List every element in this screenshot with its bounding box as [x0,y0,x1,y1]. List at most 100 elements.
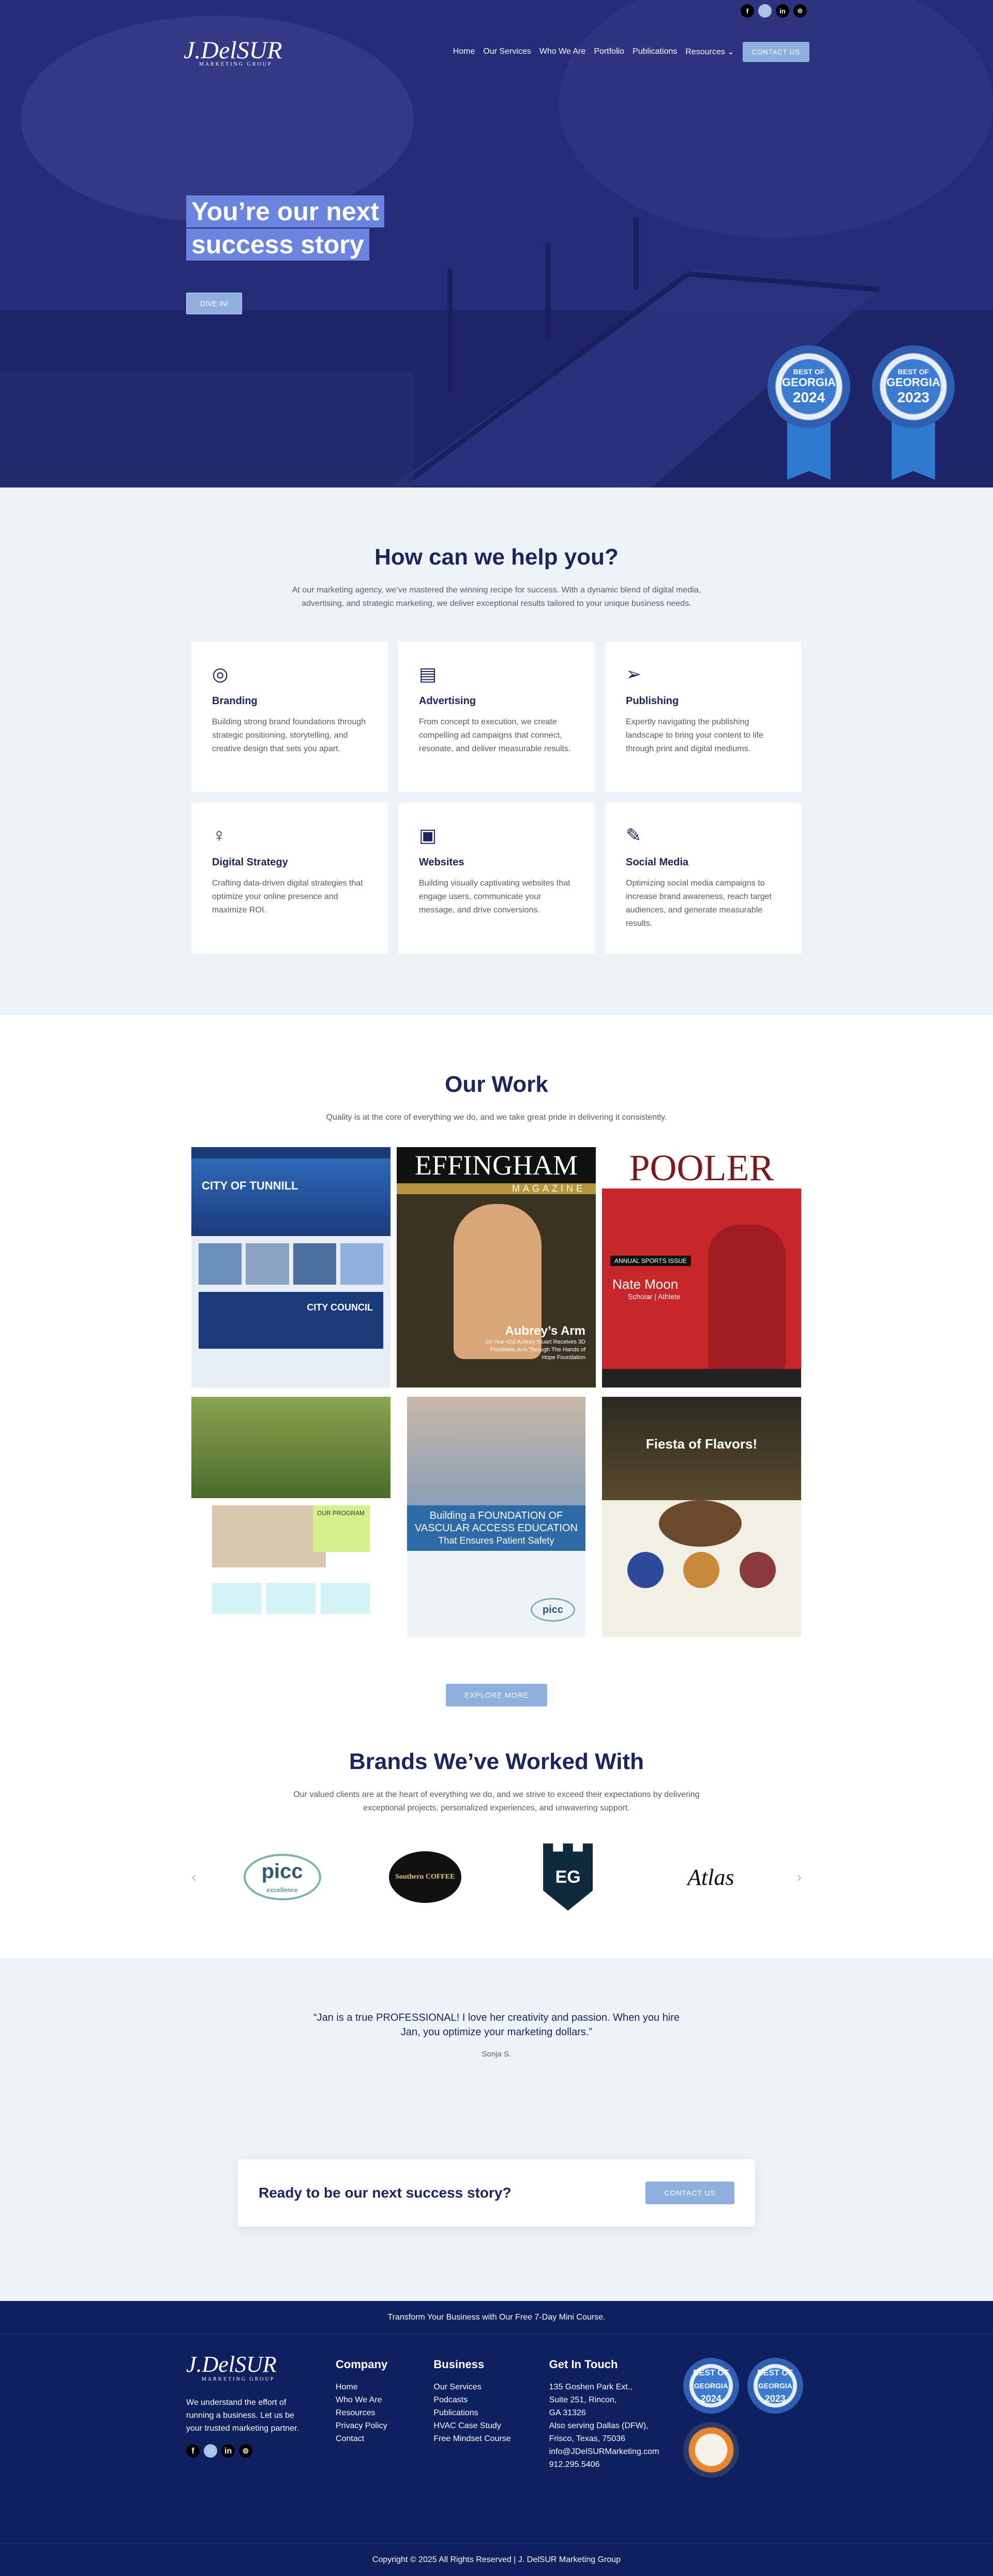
nav-item-who-we-are[interactable]: Who We Are [539,47,586,56]
footer-about: J.DelSUR MARKETING GROUP We understand t… [186,2353,336,2478]
footer-link[interactable]: Home [336,2381,433,2394]
facebook-icon[interactable]: f [186,2444,200,2458]
testimonial-section: “Jan is a true PROFESSIONAL! I love her … [0,1959,993,2115]
service-card-branding[interactable]: ◎ Branding Building strong brand foundat… [191,642,388,792]
footer-company: Company Home Who We Are Resources Privac… [336,2358,433,2478]
footer-phone-link[interactable]: 912.295.5406 [549,2458,683,2471]
paper-plane-icon: ➢ [626,663,642,684]
service-card-social-media[interactable]: ✎ Social Media Optimizing social media c… [605,803,802,954]
explore-more-button[interactable]: EXPLORE MORE [445,1684,548,1706]
carousel-prev-icon[interactable]: ‹ [191,1869,196,1885]
footer-promo-link[interactable]: Transform Your Business with Our Free 7-… [0,2301,993,2334]
contact-us-button[interactable]: CONTACT US [742,41,809,62]
service-title: Websites [419,857,464,868]
cover-story-text: 10-Year-Old Aubrey Stuart Receives 3D Pr… [485,1339,585,1361]
hero-section: f ◌ in ⊚ J.DelSUR MARKETING GROUP Home O… [0,0,993,487]
google-icon[interactable]: ◌ [758,4,772,18]
footer-award-seal-icon [683,2422,739,2478]
footer-badge-2024: BEST OF GEORGIA 2024 [683,2358,739,2414]
picc-logo-text: picc [261,1860,303,1883]
google-icon[interactable]: ◌ [204,2444,217,2458]
service-text: From concept to execution, we create com… [419,718,571,753]
badge-year: 2023 [897,389,930,405]
footer-copyright: Copyright © 2025 All Rights Reserved | J… [0,2543,993,2576]
nav-item-home[interactable]: Home [453,47,475,56]
site-council-block: CITY COUNCIL [199,1292,383,1349]
badge-top: BEST OF [757,2368,793,2377]
footer-email-link[interactable]: info@JDelSURMarketing.com [549,2445,683,2458]
flyer-page: Building a FOUNDATION OF VASCULAR ACCESS… [407,1397,585,1637]
cover-tag: ANNUAL SPORTS ISSUE [610,1256,691,1266]
hero-heading-line-2: success story [186,228,369,261]
service-title: Advertising [419,695,476,707]
flyer-headline: Building a FOUNDATION OF VASCULAR ACCESS… [407,1505,585,1551]
site-thumbnails [191,1236,390,1292]
badge-state: GEORGIA [694,2381,728,2390]
magazine-subhead: MAGAZINE [397,1183,596,1194]
footer-link[interactable]: Our Services [433,2381,549,2394]
footer-link[interactable]: HVAC Case Study [433,2419,549,2432]
dive-in-button[interactable]: DIVE IN! [186,293,243,314]
portfolio-tile-picc-flyer[interactable]: Building a FOUNDATION OF VASCULAR ACCESS… [397,1397,596,1637]
page: f ◌ in ⊚ J.DelSUR MARKETING GROUP Home O… [0,0,993,2576]
footer-link[interactable]: Free Mindset Course [433,2432,549,2445]
nav-item-publications[interactable]: Publications [633,47,677,56]
brands-section: Brands We’ve Worked With Our valued clie… [0,1713,993,1959]
threads-icon[interactable]: ⊚ [793,4,807,18]
testimonial-author: Sonja S. [482,2050,511,2059]
footer-link[interactable]: Contact [336,2432,433,2445]
service-text: Building strong brand foundations throug… [212,718,366,753]
linkedin-icon[interactable]: in [221,2444,235,2458]
footer-link[interactable]: Publications [433,2406,549,2419]
footer-address-line: Suite 251, Rincon, [549,2396,617,2404]
portfolio-tile-city-site[interactable]: CITY OF TUNNILL CITY COUNCIL [191,1147,390,1388]
best-of-georgia-2024-badge: BEST OF GEORGIA 2024 [768,345,850,480]
nav-menu: Home Our Services Who We Are Portfolio P… [453,41,809,62]
site-menu-row [618,1552,786,1609]
service-title: Social Media [626,857,689,868]
cover-story: Aubrey’s Arm 10-Year-Old Aubrey Stuart R… [482,1324,585,1362]
threads-icon[interactable]: ⊚ [239,2444,252,2458]
badge-seal: BEST OF GEORGIA 2024 [768,345,850,428]
badge-year: 2024 [700,2393,721,2404]
carousel-next-icon[interactable]: › [797,1869,802,1885]
cta-section: Ready to be our next success story? CONT… [0,2115,993,2301]
nav-item-portfolio[interactable]: Portfolio [594,47,624,56]
footer-link[interactable]: Podcasts [433,2394,549,2406]
service-card-publishing[interactable]: ➢ Publishing Expertly navigating the pub… [605,642,802,792]
footer-link[interactable]: Resources [336,2406,433,2419]
badge-year: 2023 [764,2393,786,2404]
logo[interactable]: J.DelSUR MARKETING GROUP [184,36,282,67]
facebook-icon[interactable]: f [741,4,754,18]
eg-logo: EG [543,1843,593,1911]
cta-contact-button[interactable]: CONTACT US [645,2182,734,2204]
testimonial-quote: “Jan is a true PROFESSIONAL! I love her … [313,2012,680,2038]
cover-story: Nate Moon Scholar | Athlete [612,1276,681,1301]
nav-item-resources[interactable]: Resources ⌄ [685,47,734,57]
footer-contact: Get In Touch 135 Goshen Park Ext., Suite… [549,2358,683,2478]
nav-item-services[interactable]: Our Services [483,47,531,56]
footer-link[interactable]: Who We Are [336,2394,433,2406]
service-card-websites[interactable]: ▣ Websites Building visually captivating… [398,803,595,954]
footer-badges: BEST OF GEORGIA 2024 BEST OF GEORGIA 202… [683,2358,807,2478]
footer-logo[interactable]: J.DelSUR MARKETING GROUP [186,2353,336,2386]
brand-logo-atlas: Atlas [654,1846,768,1908]
footer-about-text: We understand the effort of running a bu… [186,2398,299,2433]
footer-link[interactable]: Privacy Policy [336,2419,433,2432]
service-text: Expertly navigating the publishing lands… [626,718,763,753]
portfolio-tile-pooler-magazine[interactable]: POOLER ANNUAL SPORTS ISSUE Nate Moon Sch… [602,1147,801,1388]
services-subtitle: At our marketing agency, we’ve mastered … [292,586,701,608]
portfolio-tile-effingham-magazine[interactable]: EFFINGHAM MAGAZINE Aubrey’s Arm 10-Year-… [397,1147,596,1388]
service-card-digital-strategy[interactable]: ♀ Digital Strategy Crafting data-driven … [191,803,388,954]
footer-address-line: Also serving Dallas (DFW), [549,2421,649,2430]
service-card-advertising[interactable]: ▤ Advertising From concept to execution,… [398,642,595,792]
our-work-subtitle: Quality is at the core of everything we … [326,1113,667,1122]
site-program-box: OUR PROGRAM [313,1505,370,1552]
portfolio-tile-farm-site[interactable]: OUR PROGRAM [191,1397,390,1637]
our-work-title: Our Work [445,1072,548,1097]
footer-columns: J.DelSUR MARKETING GROUP We understand t… [186,2353,807,2478]
cover-story-text: Scholar | Athlete [628,1292,681,1301]
linkedin-icon[interactable]: in [776,4,789,18]
portfolio-tile-fiesta-site[interactable]: Fiesta of Flavors! [602,1397,801,1637]
edit-icon: ✎ [626,825,642,846]
